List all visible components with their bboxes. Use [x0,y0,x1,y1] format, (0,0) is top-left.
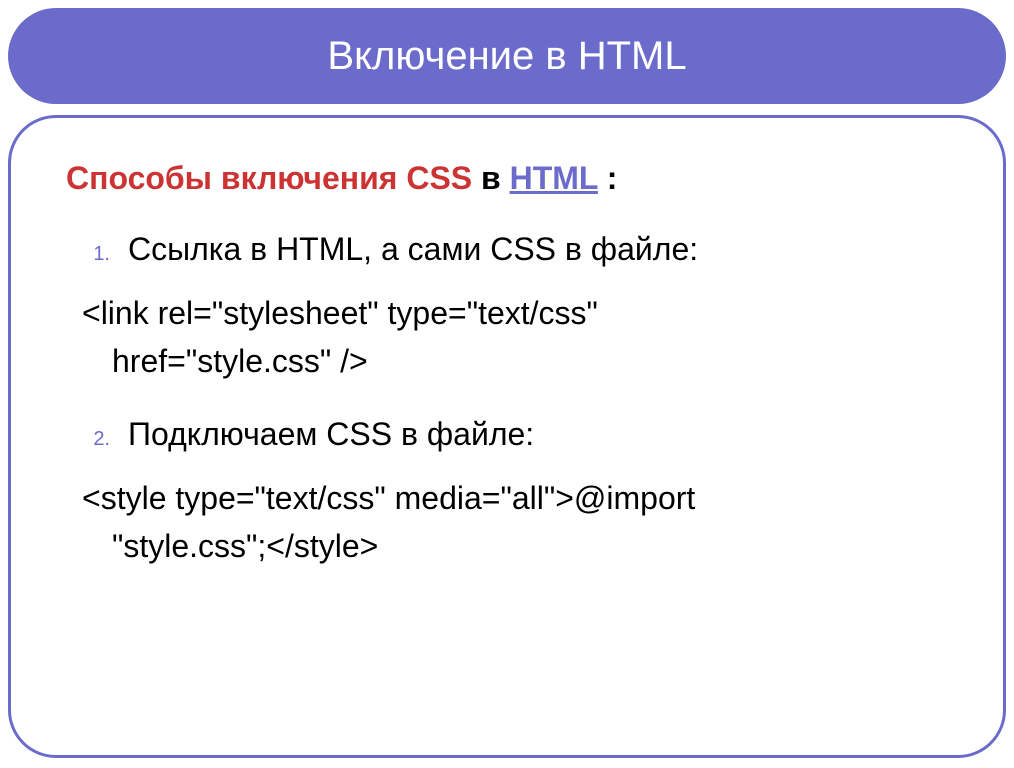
list-item: 2. Подключаем CSS в файле: [66,413,953,456]
code-line-2b: "style.css";</style> [82,522,953,570]
heading-text-1: в [472,160,509,196]
slide-heading: Способы включения CSS в HTML : [66,158,953,200]
list-item: 1. Ссылка в HTML, а сами CSS в файле: [66,228,953,271]
slide-container: Включение в HTML Способы включения CSS в… [0,0,1014,768]
code-line-1a: <link rel="stylesheet" type="text/css" [82,289,953,337]
code-block-1: <link rel="stylesheet" type="text/css" h… [82,289,953,385]
heading-text-2: : [598,160,618,196]
list-text-1: Ссылка в HTML, а сами CSS в файле: [128,228,698,271]
list-text-2: Подключаем CSS в файле: [128,413,534,456]
heading-highlight: Способы включения CSS [66,160,472,196]
content-frame: Способы включения CSS в HTML : 1. Ссылка… [8,115,1006,758]
slide-title: Включение в HTML [327,34,686,79]
code-block-2: <style type="text/css" media="all">@impo… [82,474,953,570]
code-line-2a: <style type="text/css" media="all">@impo… [82,474,953,522]
list-number-1: 1. [66,243,128,266]
code-line-1b: href="style.css" /> [82,337,953,385]
title-bar: Включение в HTML [8,8,1006,104]
list-number-2: 2. [66,428,128,451]
heading-link[interactable]: HTML [510,160,598,196]
